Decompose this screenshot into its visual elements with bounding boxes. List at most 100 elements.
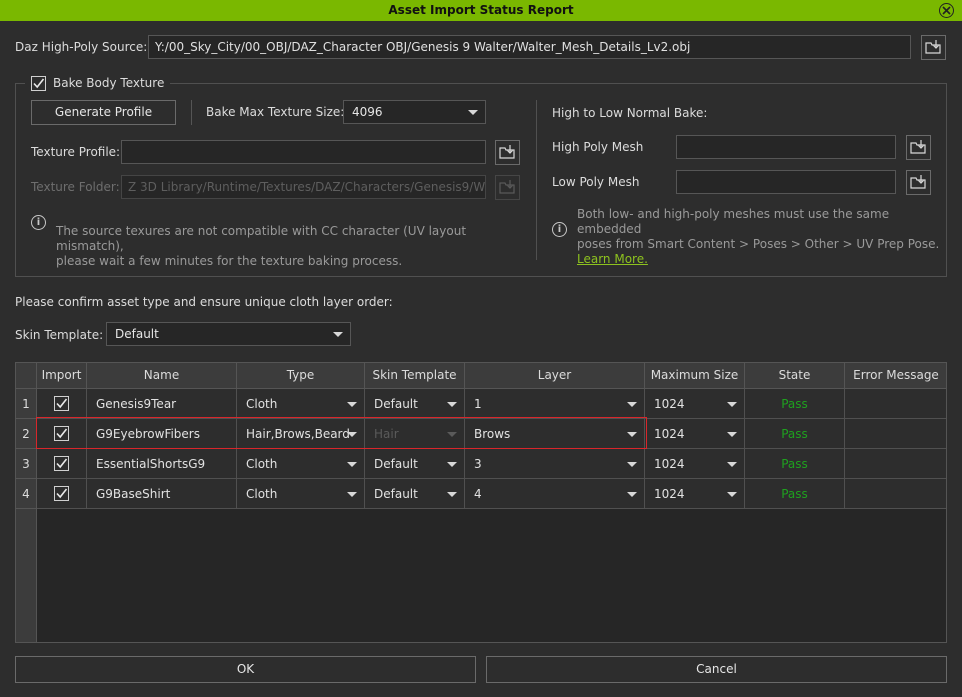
table-cell-size-select[interactable]: 1024 xyxy=(645,449,745,479)
table-cell-size-select[interactable]: 1024 xyxy=(645,479,745,509)
type-value: Hair,Brows,Beard xyxy=(246,427,350,441)
table-cell-type-select[interactable]: Hair,Brows,Beard xyxy=(237,419,365,449)
check-icon xyxy=(56,398,68,409)
title-bar: Asset Import Status Report xyxy=(0,0,962,21)
import-checkbox[interactable] xyxy=(54,456,69,471)
table-cell-error xyxy=(845,389,946,419)
skin-value: Default xyxy=(374,487,418,501)
table-cell-error xyxy=(845,419,946,449)
table-cell-skin-select[interactable]: Default xyxy=(365,479,465,509)
row-number: 2 xyxy=(16,419,37,449)
texture-folder-label: Texture Folder: xyxy=(31,180,120,194)
header-import[interactable]: Import xyxy=(37,363,87,389)
source-path-field[interactable]: Y:/00_Sky_City/00_OBJ/DAZ_Character OBJ/… xyxy=(148,35,911,59)
table-cell-type-select[interactable]: Cloth xyxy=(237,479,365,509)
import-checkbox[interactable] xyxy=(54,426,69,441)
skin-value: Hair xyxy=(374,427,399,441)
skin-value: Default xyxy=(374,397,418,411)
bake-body-texture-label: Bake Body Texture xyxy=(53,76,165,90)
row-number: 4 xyxy=(16,479,37,509)
table-cell-type-select[interactable]: Cloth xyxy=(237,389,365,419)
header-name[interactable]: Name xyxy=(87,363,237,389)
table-cell-name: Genesis9Tear xyxy=(87,389,237,419)
cancel-button[interactable]: Cancel xyxy=(486,656,947,683)
folder-import-icon xyxy=(499,179,516,197)
table-cell-name: G9BaseShirt xyxy=(87,479,237,509)
high-poly-mesh-field[interactable] xyxy=(676,135,896,159)
header-type[interactable]: Type xyxy=(237,363,365,389)
table-cell-size-select[interactable]: 1024 xyxy=(645,419,745,449)
table-cell-error xyxy=(845,449,946,479)
chevron-down-icon xyxy=(727,461,737,467)
table-cell-state: Pass xyxy=(745,389,845,419)
chevron-down-icon xyxy=(447,401,457,407)
table-cell-import xyxy=(37,479,87,509)
skin-template-label: Skin Template: xyxy=(15,328,104,342)
bake-note-line-2: please wait a few minutes for the textur… xyxy=(56,254,403,268)
max-texture-size-label: Bake Max Texture Size: xyxy=(206,105,345,119)
generate-profile-button[interactable]: Generate Profile xyxy=(31,100,176,125)
size-value: 1024 xyxy=(654,487,685,501)
header-state[interactable]: State xyxy=(745,363,845,389)
learn-more-link[interactable]: Learn More. xyxy=(577,252,648,266)
chevron-down-icon xyxy=(333,332,343,337)
window-title: Asset Import Status Report xyxy=(388,3,574,17)
high-poly-browse-button[interactable] xyxy=(906,135,931,160)
max-texture-size-select[interactable]: 4096 xyxy=(343,100,486,124)
bake-group-header: Bake Body Texture xyxy=(25,74,171,92)
table-cell-skin-select[interactable]: Default xyxy=(365,389,465,419)
chevron-down-icon xyxy=(347,461,357,467)
toolbar-divider xyxy=(191,100,192,125)
type-value: Cloth xyxy=(246,397,278,411)
normal-bake-note-line-1: Both low- and high-poly meshes must use … xyxy=(577,207,890,236)
table-cell-error xyxy=(845,479,946,509)
table-cell-import xyxy=(37,389,87,419)
chevron-down-icon xyxy=(727,431,737,437)
low-poly-browse-button[interactable] xyxy=(906,170,931,195)
size-value: 1024 xyxy=(654,457,685,471)
header-layer[interactable]: Layer xyxy=(465,363,645,389)
chevron-down-icon xyxy=(468,110,478,115)
chevron-down-icon xyxy=(347,401,357,407)
import-checkbox[interactable] xyxy=(54,396,69,411)
layer-value: 4 xyxy=(474,487,482,501)
chevron-down-icon xyxy=(447,431,457,437)
header-error-message[interactable]: Error Message xyxy=(845,363,946,389)
asset-table: Import Name Type Skin Template Layer Max… xyxy=(15,362,947,643)
chevron-down-icon xyxy=(347,431,357,437)
chevron-down-icon xyxy=(627,431,637,437)
table-cell-size-select[interactable]: 1024 xyxy=(645,389,745,419)
folder-import-icon xyxy=(910,174,927,192)
texture-profile-field[interactable] xyxy=(121,140,486,164)
table-cell-type-select[interactable]: Cloth xyxy=(237,449,365,479)
bake-note: The source texures are not compatible wi… xyxy=(56,224,506,269)
import-checkbox[interactable] xyxy=(54,486,69,501)
folder-import-icon xyxy=(910,139,927,157)
table-cell-layer-select[interactable]: 3 xyxy=(465,449,645,479)
close-icon[interactable] xyxy=(939,3,954,18)
skin-template-select[interactable]: Default xyxy=(106,322,351,346)
bake-note-line-1: The source texures are not compatible wi… xyxy=(56,224,467,253)
high-poly-mesh-label: High Poly Mesh xyxy=(552,140,644,154)
table-cell-skin-select[interactable]: Default xyxy=(365,449,465,479)
chevron-down-icon xyxy=(627,461,637,467)
table-cell-import xyxy=(37,419,87,449)
normal-bake-title: High to Low Normal Bake: xyxy=(552,106,708,120)
table-cell-state: Pass xyxy=(745,479,845,509)
check-icon xyxy=(33,78,45,88)
header-maximum-size[interactable]: Maximum Size xyxy=(645,363,745,389)
chevron-down-icon xyxy=(447,461,457,467)
table-cell-layer-select[interactable]: Brows xyxy=(465,419,645,449)
table-cell-layer-select[interactable]: 4 xyxy=(465,479,645,509)
header-skin-template[interactable]: Skin Template xyxy=(365,363,465,389)
texture-profile-browse-button[interactable] xyxy=(495,140,520,165)
ok-button[interactable]: OK xyxy=(15,656,476,683)
chevron-down-icon xyxy=(627,491,637,497)
table-cell-import xyxy=(37,449,87,479)
low-poly-mesh-field[interactable] xyxy=(676,170,896,194)
texture-profile-label: Texture Profile: xyxy=(31,145,121,159)
table-cell-layer-select[interactable]: 1 xyxy=(465,389,645,419)
bake-body-texture-checkbox[interactable] xyxy=(31,75,46,91)
table-cell-name: G9EyebrowFibers xyxy=(87,419,237,449)
source-browse-button[interactable] xyxy=(921,35,946,60)
